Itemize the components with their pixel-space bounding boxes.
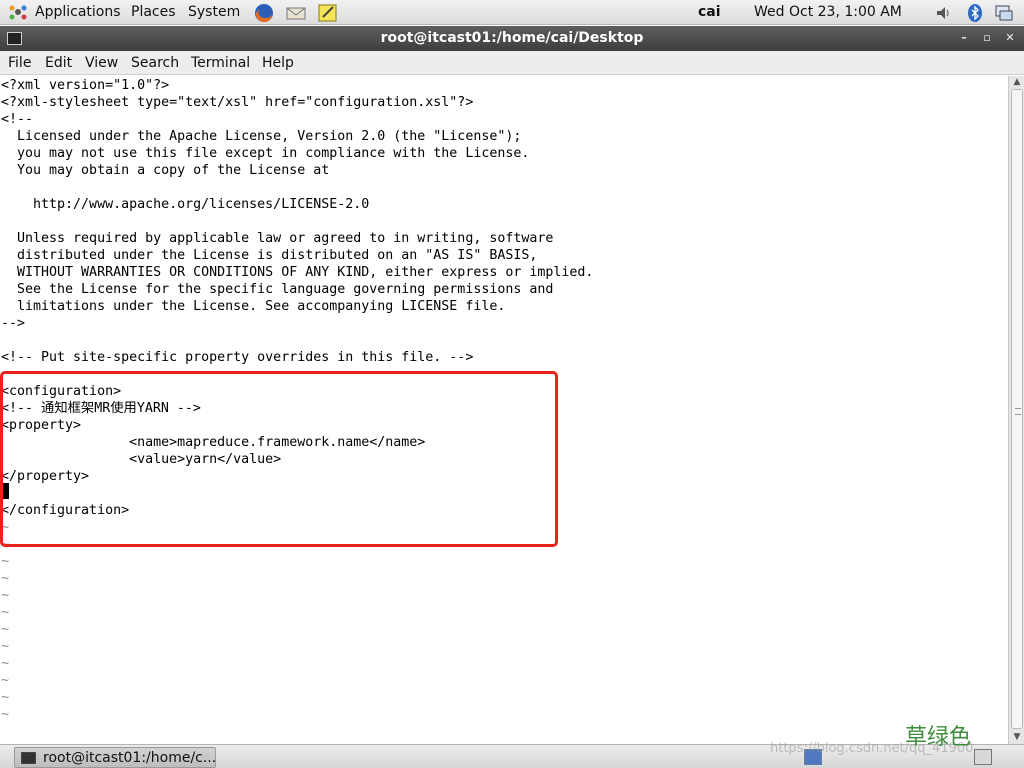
applications-menu[interactable]: Applications — [35, 3, 121, 22]
close-button[interactable]: ✕ — [1002, 30, 1018, 46]
terminal-line: Licensed under the Apache License, Versi… — [1, 129, 522, 144]
empty-line-marker: ~ — [1, 605, 10, 620]
terminal-line: <property> — [1, 418, 82, 433]
terminal-line: <name>mapreduce.framework.name</name> — [1, 435, 426, 450]
menu-edit[interactable]: Edit — [45, 54, 72, 73]
user-name[interactable]: cai — [698, 3, 721, 22]
places-menu[interactable]: Places — [131, 3, 176, 22]
terminal-line: <?xml version="1.0"?> — [1, 78, 170, 93]
clock[interactable]: Wed Oct 23, 1:00 AM — [754, 3, 902, 22]
window-titlebar[interactable]: root@itcast01:/home/cai/Desktop – ▫ ✕ — [0, 26, 1024, 51]
notes-icon[interactable] — [317, 2, 339, 23]
scroll-thumb[interactable] — [1011, 89, 1023, 729]
maximize-button[interactable]: ▫ — [979, 30, 995, 46]
terminal-line: Unless required by applicable law or agr… — [1, 231, 554, 246]
system-menu[interactable]: System — [188, 3, 240, 22]
terminal-content[interactable]: <?xml version="1.0"?> <?xml-stylesheet t… — [0, 76, 1008, 744]
watermark-text: 草绿色 — [905, 725, 972, 750]
terminal-line: <configuration> — [1, 384, 122, 399]
terminal-line: distributed under the License is distrib… — [1, 248, 538, 263]
empty-line-marker: ~ — [1, 554, 10, 569]
menubar: File Edit View Search Terminal Help — [0, 51, 1024, 75]
workspace-switcher-icon[interactable] — [974, 749, 992, 765]
empty-line-marker: ~ — [1, 520, 10, 535]
menu-help[interactable]: Help — [262, 54, 294, 73]
empty-line-marker: ~ — [1, 673, 10, 688]
terminal-line: WITHOUT WARRANTIES OR CONDITIONS OF ANY … — [1, 265, 594, 280]
terminal-line: you may not use this file except in comp… — [1, 146, 530, 161]
network-icon[interactable] — [994, 3, 1014, 23]
terminal-line: <!-- Put site-specific property override… — [1, 350, 474, 365]
terminal-line: http://www.apache.org/licenses/LICENSE-2… — [1, 197, 370, 212]
empty-line-marker: ~ — [1, 656, 10, 671]
taskbar-window-label: root@itcast01:/home/c... — [43, 750, 217, 766]
terminal-line: </configuration> — [1, 503, 130, 518]
menu-file[interactable]: File — [8, 54, 31, 73]
scroll-up-icon[interactable]: ▲ — [1012, 78, 1022, 87]
applications-icon[interactable] — [7, 3, 29, 22]
terminal-line: <?xml-stylesheet type="text/xsl" href="c… — [1, 95, 474, 110]
window-title: root@itcast01:/home/cai/Desktop — [380, 30, 644, 46]
top-panel: Applications Places System cai Wed Oct 2… — [0, 0, 1024, 25]
empty-line-marker: ~ — [1, 690, 10, 705]
empty-line-marker: ~ — [1, 707, 10, 722]
menu-search[interactable]: Search — [131, 54, 179, 73]
terminal-line: </property> — [1, 469, 90, 484]
terminal-icon — [21, 752, 36, 764]
empty-line-marker: ~ — [1, 639, 10, 654]
menu-view[interactable]: View — [85, 54, 118, 73]
terminal-line: See the License for the specific languag… — [1, 282, 554, 297]
text-cursor — [2, 483, 9, 499]
mail-icon[interactable] — [285, 2, 307, 23]
empty-line-marker: ~ — [1, 571, 10, 586]
terminal-line: You may obtain a copy of the License at — [1, 163, 330, 178]
terminal-line: <value>yarn</value> — [1, 452, 282, 467]
grip-icon — [1015, 408, 1021, 415]
firefox-icon[interactable] — [253, 2, 275, 23]
vertical-scrollbar[interactable]: ▲ ▼ — [1008, 76, 1024, 744]
empty-line-marker: ~ — [1, 622, 10, 637]
terminal-line: limitations under the License. See accom… — [1, 299, 506, 314]
scroll-down-icon[interactable]: ▼ — [1012, 733, 1022, 742]
menu-terminal[interactable]: Terminal — [191, 54, 250, 73]
terminal-line: <!-- — [1, 112, 34, 127]
minimize-button[interactable]: – — [956, 30, 972, 46]
empty-line-marker: ~ — [1, 537, 10, 552]
terminal-line: --> — [1, 316, 26, 331]
taskbar-window-button[interactable]: root@itcast01:/home/c... — [14, 747, 216, 768]
empty-line-marker: ~ — [1, 588, 10, 603]
terminal-line: <!-- 通知框架MR使用YARN --> — [1, 401, 201, 416]
bluetooth-icon[interactable] — [965, 3, 985, 23]
volume-icon[interactable] — [934, 3, 954, 23]
